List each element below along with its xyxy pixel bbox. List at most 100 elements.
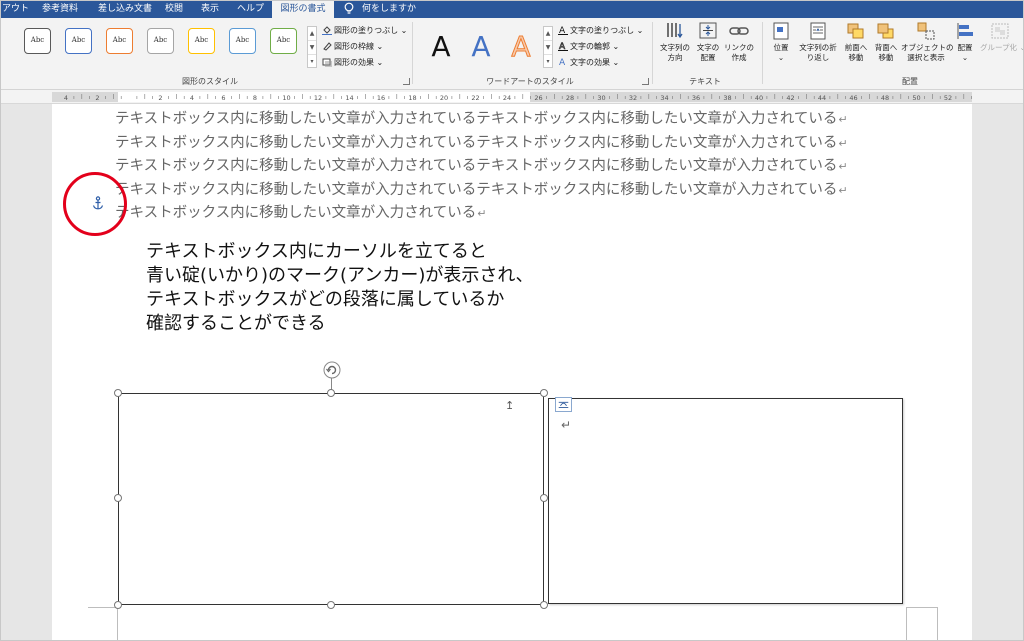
- ruler-number: 38: [723, 94, 731, 102]
- chevron-down-icon[interactable]: ▼: [544, 41, 552, 55]
- shape-effects-button[interactable]: 図形の効果 ⌄: [322, 56, 383, 70]
- shape-style-option[interactable]: Abc: [229, 28, 256, 54]
- text-direction-icon: [667, 23, 683, 39]
- resize-handle-right[interactable]: [540, 494, 548, 502]
- ruler-number: 4: [190, 94, 194, 102]
- shape-outline-button[interactable]: 図形の枠線 ⌄: [322, 40, 383, 54]
- second-text-box[interactable]: [548, 398, 903, 604]
- chevron-down-icon[interactable]: ▼: [308, 41, 316, 55]
- wordart-style-orange[interactable]: A: [503, 28, 539, 66]
- wordart-gallery-scroll[interactable]: ▲ ▼ ▾: [543, 26, 553, 68]
- selected-text-box[interactable]: [118, 393, 544, 605]
- resize-handle-bottom-left[interactable]: [114, 601, 122, 609]
- ruler-number: 20: [440, 94, 448, 102]
- align-icon: [957, 23, 973, 39]
- ruler-number: 10: [282, 94, 290, 102]
- wordart-style-black[interactable]: A: [423, 28, 459, 66]
- svg-text:A: A: [559, 26, 566, 35]
- selection-pane-button[interactable]: オブジェクトの 選択と表示: [901, 21, 954, 63]
- horizontal-ruler[interactable]: 4 2 2 4 6 8 10 12 14 16 18 20 22 24 26 28 30 32 34 36 38 40 42…: [0, 90, 1024, 104]
- wordart-group-label: ワードアートのスタイル: [486, 77, 574, 86]
- rotate-handle-icon[interactable]: [323, 361, 341, 379]
- resize-handle-top[interactable]: [327, 389, 335, 397]
- gallery-scroll[interactable]: ▲ ▼ ▾: [307, 26, 317, 68]
- paint-bucket-icon: [322, 26, 332, 35]
- shape-fill-button[interactable]: 図形の塗りつぶし ⌄: [322, 24, 407, 38]
- text-fill-button[interactable]: A 文字の塗りつぶし ⌄: [558, 24, 643, 38]
- ruler-number: 24: [503, 94, 511, 102]
- resize-handle-top-left[interactable]: [114, 389, 122, 397]
- ruler-number: 52: [944, 94, 952, 102]
- svg-text:A: A: [559, 58, 566, 67]
- align-button[interactable]: 配置 ⌄: [953, 21, 977, 63]
- arrange-group-label: 配置: [902, 77, 918, 86]
- body-line: テキストボックス内に移動したい文章が入力されているテキストボックス内に移動したい…: [115, 111, 848, 127]
- tab-shape-format[interactable]: 図形の書式: [272, 0, 334, 18]
- text-effects-icon: A: [559, 58, 566, 67]
- tab-help[interactable]: ヘルプ: [237, 0, 267, 18]
- position-button[interactable]: 位置 ⌄: [767, 21, 795, 63]
- resize-handle-bottom[interactable]: [327, 601, 335, 609]
- ruler-number: 50: [912, 94, 920, 102]
- tab-layout[interactable]: アウト: [0, 0, 34, 18]
- wrap-text-button[interactable]: 文字列の折 り返し: [796, 21, 840, 63]
- chevron-up-icon[interactable]: ▲: [308, 27, 316, 41]
- ruler-number: 36: [692, 94, 700, 102]
- shape-style-option[interactable]: Abc: [147, 28, 174, 54]
- shape-style-option[interactable]: Abc: [24, 28, 51, 54]
- ruler-number: 46: [849, 94, 857, 102]
- text-outline-button[interactable]: A 文字の輪郭 ⌄: [558, 40, 619, 54]
- ribbon-tab-bar: アウト 参考資料 差し込み文書 校閲 表示 ヘルプ 図形の書式 何をしますか: [0, 0, 1024, 18]
- ruler-number: 4: [64, 94, 68, 102]
- resize-handle-bottom-right[interactable]: [540, 601, 548, 609]
- ruler-number: 18: [408, 94, 416, 102]
- bring-forward-button[interactable]: 前面へ 移動: [841, 21, 871, 63]
- more-icon[interactable]: ▾: [544, 55, 552, 69]
- ruler-number: 40: [755, 94, 763, 102]
- callout-line: テキストボックス内にカーソルを立てると: [146, 241, 487, 262]
- send-backward-button[interactable]: 背面へ 移動: [871, 21, 901, 63]
- margin-guide: [937, 607, 938, 641]
- resize-handle-left[interactable]: [114, 494, 122, 502]
- wordart-launcher[interactable]: [642, 78, 649, 85]
- text-direction-button[interactable]: 文字列の 方向: [656, 21, 694, 63]
- create-link-button[interactable]: リンクの 作成: [724, 21, 754, 63]
- callout-line: 確認することができる: [146, 313, 326, 334]
- tab-references[interactable]: 参考資料: [42, 0, 86, 18]
- shape-style-option[interactable]: Abc: [270, 28, 297, 54]
- text-align-button[interactable]: 文字の 配置: [693, 21, 723, 63]
- ruler-margin: [52, 92, 118, 102]
- document-body-text[interactable]: テキストボックス内に移動したい文章が入力されているテキストボックス内に移動したい…: [115, 108, 848, 226]
- shape-style-option[interactable]: Abc: [188, 28, 215, 54]
- callout-line: テキストボックスがどの段落に属しているか: [146, 289, 505, 310]
- annotation-highlight-circle: [63, 172, 127, 236]
- margin-guide: [88, 607, 118, 608]
- tab-view[interactable]: 表示: [201, 0, 223, 18]
- shape-styles-launcher[interactable]: [403, 78, 410, 85]
- send-backward-icon: [877, 23, 894, 39]
- wordart-style-blue[interactable]: A: [463, 28, 499, 66]
- body-line: テキストボックス内に移動したい文章が入力されている↵: [115, 205, 487, 221]
- paragraph-mark: ↵: [838, 160, 848, 173]
- ruler-number: 2: [95, 94, 99, 102]
- shape-styles-group-label: 図形のスタイル: [182, 77, 238, 86]
- svg-text:A: A: [559, 42, 566, 51]
- ruler-number: 44: [818, 94, 826, 102]
- ruler-number: 42: [786, 94, 794, 102]
- tell-me-search[interactable]: 何をしますか: [362, 0, 422, 18]
- shape-style-option[interactable]: Abc: [106, 28, 133, 54]
- resize-handle-top-right[interactable]: [540, 389, 548, 397]
- chevron-up-icon[interactable]: ▲: [544, 27, 552, 41]
- paragraph-mark: ↵: [838, 136, 848, 150]
- shape-style-option[interactable]: Abc: [65, 28, 92, 54]
- text-align-icon: [699, 22, 717, 39]
- text-box-paragraph-mark: ↵: [561, 418, 572, 432]
- margin-guide: [117, 607, 118, 641]
- tab-review[interactable]: 校閲: [165, 0, 187, 18]
- layout-options-icon[interactable]: [555, 397, 572, 412]
- text-effects-button[interactable]: A 文字の効果 ⌄: [558, 56, 619, 70]
- ruler-number: 22: [471, 94, 479, 102]
- tab-mailings[interactable]: 差し込み文書: [98, 0, 154, 18]
- more-icon[interactable]: ▾: [308, 55, 316, 69]
- group-button[interactable]: グループ化 ⌄: [980, 21, 1024, 53]
